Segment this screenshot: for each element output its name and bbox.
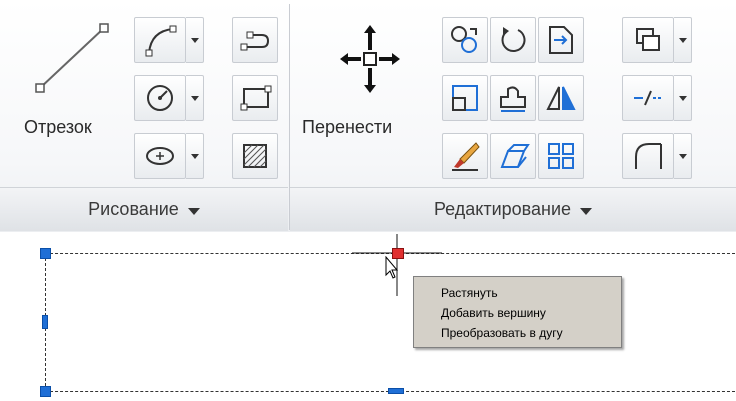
arc-icon xyxy=(145,25,177,57)
scale-icon xyxy=(452,85,478,111)
line-button-label[interactable]: Отрезок xyxy=(24,117,92,138)
menu-item-add-vertex[interactable]: Добавить вершину xyxy=(414,303,621,323)
line-icon[interactable] xyxy=(32,20,112,100)
polyline-button[interactable] xyxy=(232,17,278,63)
break-icon xyxy=(634,90,662,106)
erase-icon xyxy=(452,142,480,171)
explode-icon xyxy=(500,144,530,168)
draw-order-icon xyxy=(636,28,660,51)
array-icon xyxy=(548,143,574,169)
draw-order-dropdown[interactable] xyxy=(674,17,692,63)
hatch-icon xyxy=(243,144,267,168)
mirror-button[interactable] xyxy=(538,75,584,121)
chevron-down-icon xyxy=(678,37,687,43)
rectangle-icon xyxy=(240,85,272,111)
break-dropdown[interactable] xyxy=(674,75,692,121)
copy-button[interactable] xyxy=(442,17,488,63)
fillet-dropdown[interactable] xyxy=(674,133,692,179)
rotate-button[interactable] xyxy=(490,17,536,63)
ellipse-dropdown[interactable] xyxy=(186,133,204,179)
ribbon: Отрезок Рисование Перенести Редактирован… xyxy=(0,0,736,232)
chevron-down-icon xyxy=(190,95,199,101)
break-button[interactable] xyxy=(622,75,674,121)
chevron-down-icon xyxy=(580,207,593,215)
ellipse-button[interactable] xyxy=(134,133,186,179)
copy-icon xyxy=(451,26,477,53)
chevron-down-icon xyxy=(187,207,200,215)
menu-item-stretch[interactable]: Растянуть xyxy=(414,283,621,303)
midpoint-grip[interactable] xyxy=(388,388,404,394)
arc-button[interactable] xyxy=(134,17,186,63)
draw-panel-title[interactable]: Рисование xyxy=(0,187,288,231)
move-button-label[interactable]: Перенести xyxy=(302,117,392,138)
circle-button[interactable] xyxy=(134,75,186,121)
fillet-button[interactable] xyxy=(622,133,674,179)
chevron-down-icon xyxy=(190,37,199,43)
ellipse-icon xyxy=(146,147,174,165)
draw-order-button[interactable] xyxy=(622,17,674,63)
explode-button[interactable] xyxy=(490,133,536,179)
draw-panel-title-text: Рисование xyxy=(88,199,179,219)
mirror-icon xyxy=(546,86,576,110)
trim-icon xyxy=(549,26,573,54)
chevron-down-icon xyxy=(678,153,687,159)
grip-context-menu: Растянуть Добавить вершину Преобразовать… xyxy=(413,276,622,348)
stretch-icon xyxy=(500,86,526,112)
rectangle-button[interactable] xyxy=(232,75,278,121)
chevron-down-icon xyxy=(678,95,687,101)
stretch-button[interactable] xyxy=(490,75,536,121)
vertex-grip[interactable] xyxy=(40,248,51,259)
rotate-icon xyxy=(501,27,526,53)
edit-panel-title[interactable]: Редактирование xyxy=(290,187,736,231)
menu-item-convert-to-arc[interactable]: Преобразовать в дугу xyxy=(414,323,621,343)
trim-button[interactable] xyxy=(538,17,584,63)
array-button[interactable] xyxy=(538,133,584,179)
circle-icon xyxy=(147,85,173,111)
midpoint-grip[interactable] xyxy=(42,315,48,329)
fillet-icon xyxy=(635,143,662,169)
edit-panel-title-text: Редактирование xyxy=(433,199,572,219)
erase-button[interactable] xyxy=(442,133,488,179)
circle-dropdown[interactable] xyxy=(186,75,204,121)
move-icon[interactable] xyxy=(335,20,405,96)
arrow-cursor-icon xyxy=(385,256,399,280)
polyline-icon xyxy=(240,31,270,51)
scale-button[interactable] xyxy=(442,75,488,121)
arc-dropdown[interactable] xyxy=(186,17,204,63)
chevron-down-icon xyxy=(190,153,199,159)
vertex-grip[interactable] xyxy=(40,386,51,397)
hatch-button[interactable] xyxy=(232,133,278,179)
